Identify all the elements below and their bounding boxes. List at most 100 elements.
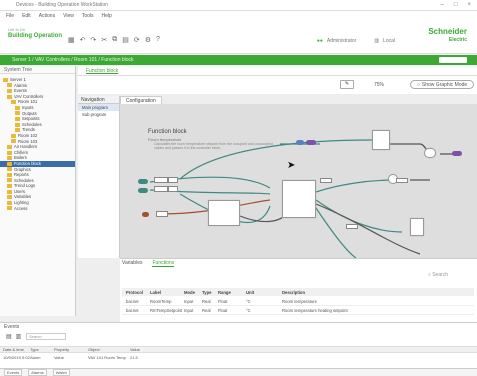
column-header[interactable]: Type [30, 347, 54, 352]
column-header[interactable]: Label [150, 290, 184, 295]
filter-icon[interactable]: ▤ [6, 333, 12, 340]
table-row[interactable]: bacnet RmTempSetpoint Input Real Float °… [122, 307, 474, 315]
navigation-item[interactable]: Main program [78, 104, 119, 111]
variable-pin[interactable] [396, 178, 408, 183]
tab-variables[interactable]: Variables [122, 260, 142, 267]
table-row[interactable]: bacnet RoomTemp Input Real Float °C Room… [122, 298, 474, 306]
user-icon: ●● [316, 38, 323, 44]
input-port[interactable] [138, 179, 148, 184]
column-header[interactable]: Value [130, 347, 190, 352]
table-cell: Real [202, 308, 211, 313]
minimize-button[interactable]: – [441, 2, 444, 8]
help-icon[interactable]: ? [156, 36, 160, 44]
paste-icon[interactable]: ▤ [122, 36, 129, 44]
table-cell: Float [218, 308, 228, 313]
folder-icon [7, 161, 12, 166]
maximize-button[interactable]: □ [454, 2, 458, 8]
output-port[interactable] [452, 151, 462, 156]
variable-pin[interactable] [346, 224, 358, 229]
navigation-item[interactable]: Sub program [78, 111, 119, 118]
copy-icon[interactable]: ⧉ [112, 36, 117, 44]
refresh-icon[interactable]: ⟳ [134, 36, 140, 44]
folder-icon [7, 94, 12, 99]
global-search-input[interactable] [439, 57, 467, 63]
edit-mode-button[interactable]: ✎ [340, 80, 354, 89]
tab-configuration[interactable]: Configuration [120, 96, 162, 104]
folder-icon [15, 122, 20, 127]
variable-pin[interactable] [168, 177, 178, 183]
input-port[interactable] [138, 188, 148, 193]
cut-icon[interactable]: ✂ [101, 36, 107, 44]
menu-bar: File Edit Actions View Tools Help [0, 11, 477, 20]
layout-icon[interactable]: ▥ [374, 38, 379, 44]
canvas-title: Function block [148, 129, 187, 135]
column-header[interactable]: Property [54, 347, 88, 352]
table-row[interactable]: 10/9/2019 9:02 Alarm Value VAV 101 Room … [0, 354, 477, 361]
document-tab[interactable]: Function block [82, 68, 122, 74]
user-area: ●● Administrator ▥ Local [317, 38, 395, 44]
table-cell: Input [184, 308, 194, 313]
column-header[interactable]: Type [202, 290, 218, 295]
column-header[interactable]: Protocol [122, 290, 150, 295]
function-block-limit[interactable] [410, 218, 424, 236]
folder-icon [7, 167, 12, 172]
save-icon[interactable]: ▦ [68, 36, 75, 44]
redo-icon[interactable]: ↷ [91, 36, 97, 44]
zoom-level[interactable]: 75% [374, 82, 384, 88]
menu-file[interactable]: File [6, 13, 14, 19]
search-icon: ⌕ [428, 272, 431, 278]
tab-events[interactable]: Events [4, 369, 23, 376]
folder-icon [7, 156, 12, 161]
vendor-logo: Schneider Electric [428, 28, 467, 44]
events-panel-title: Events [4, 324, 20, 330]
events-search-input[interactable]: Search [26, 333, 66, 340]
address-path[interactable]: Server 1 / VAV Controllers / Room 101 / … [12, 57, 134, 63]
variable-pin[interactable] [320, 178, 332, 183]
function-block-main[interactable] [282, 180, 316, 218]
user-label[interactable]: Administrator [327, 38, 356, 44]
column-header[interactable]: Description [282, 290, 474, 295]
table-cell: °C [246, 308, 251, 313]
radio-icon: ○ [416, 81, 420, 88]
column-header[interactable]: Range [218, 290, 246, 295]
folder-icon [11, 139, 16, 144]
tree-item[interactable]: Access [0, 206, 75, 212]
events-toolbar: ▤ ▥ [6, 333, 21, 340]
tab-navigation[interactable]: Navigation [78, 96, 119, 104]
column-header[interactable]: Object [88, 347, 130, 352]
variable-pin[interactable] [156, 211, 168, 217]
menu-tools[interactable]: Tools [82, 13, 94, 19]
menu-help[interactable]: Help [102, 13, 112, 19]
input-port[interactable] [306, 140, 316, 145]
domain-label[interactable]: Local [383, 38, 395, 44]
input-port[interactable] [296, 140, 304, 145]
variable-pin[interactable] [168, 186, 178, 192]
show-mode-button[interactable]: ○ Show Graphic Mode [410, 80, 474, 89]
function-block-setpoint[interactable] [208, 200, 240, 226]
tab-alarms[interactable]: Alarms [28, 369, 47, 376]
function-block-gate[interactable] [424, 148, 436, 158]
input-port[interactable] [142, 212, 149, 217]
folder-icon [7, 189, 12, 194]
column-header[interactable]: Unit [246, 290, 282, 295]
function-block-canvas[interactable] [120, 104, 477, 258]
columns-icon[interactable]: ▥ [16, 333, 22, 340]
table-cell: Room temperature [282, 299, 317, 304]
menu-edit[interactable]: Edit [22, 13, 31, 19]
tab-watch[interactable]: Watch [52, 369, 70, 376]
variable-pin[interactable] [154, 177, 168, 183]
function-block-output[interactable] [372, 130, 390, 150]
menu-actions[interactable]: Actions [39, 13, 55, 19]
properties-search[interactable]: ⌕ Search [428, 272, 448, 278]
undo-icon[interactable]: ↶ [80, 36, 86, 44]
menu-view[interactable]: View [63, 13, 74, 19]
column-header[interactable]: Mode [184, 290, 202, 295]
variable-pin[interactable] [154, 186, 168, 192]
tab-functions[interactable]: Functions [152, 260, 175, 267]
table-cell: RoomTemp [150, 299, 172, 304]
column-header[interactable]: Date & time [0, 347, 30, 352]
events-tabs: Events Alarms Watch [0, 368, 477, 376]
settings-icon[interactable]: ⚙ [145, 36, 151, 44]
close-button[interactable]: × [467, 2, 471, 8]
tree-item-label: Access [14, 205, 28, 211]
